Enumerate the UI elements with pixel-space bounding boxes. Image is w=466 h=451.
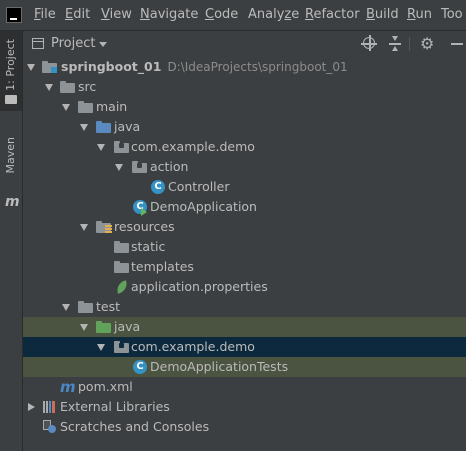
expand-arrow-icon[interactable] [115,164,123,171]
menu-navigate[interactable]: Navigate [140,7,198,22]
tree-row-label: templates [131,259,194,274]
expand-arrow-icon[interactable] [80,124,88,131]
module-folder-icon [42,60,58,74]
tree-row-package-demo[interactable]: com.example.demo [23,137,466,157]
project-panel-header: Project ⚙ [23,31,466,58]
tree-row-templates[interactable]: templates [23,257,466,277]
hide-panel-icon[interactable] [449,35,466,53]
tree-row-label: test [96,299,121,314]
tree-row-pom-xml[interactable]: m pom.xml [23,377,466,397]
expand-arrow-icon[interactable] [80,224,88,231]
tree-row-label: Scratches and Consoles [60,419,210,434]
menu-file[interactable]: File [34,7,56,22]
folder-icon [114,260,130,274]
expand-arrow-icon[interactable] [97,344,105,351]
intellij-logo-icon [6,7,22,23]
menu-build[interactable]: Build [366,7,399,22]
expand-arrow-icon[interactable] [62,104,70,111]
collapse-all-icon[interactable] [387,35,405,53]
tree-row-label: static [131,239,166,254]
tree-row-label: pom.xml [78,379,133,394]
spring-app-class-icon: C [132,200,148,216]
maven-icon: m [5,194,20,210]
tree-row-label: com.example.demo [131,339,255,354]
source-folder-icon [96,120,112,134]
expand-arrow-icon[interactable] [45,84,53,91]
menu-edit[interactable]: Edit [65,7,90,22]
tree-row-scratches[interactable]: Scratches and Consoles [23,417,466,437]
tool-window-stripe: 1: Project Maven m [0,31,23,451]
folder-icon [114,240,130,254]
folder-icon [78,300,94,314]
tree-row-package-action[interactable]: action [23,157,466,177]
menu-run[interactable]: Run [407,7,432,22]
expand-arrow-icon[interactable] [97,144,105,151]
tree-row-label: DemoApplication [150,199,257,214]
tree-row-label: main [96,99,128,114]
expand-arrow-icon[interactable] [80,324,88,331]
class-icon: C [150,180,166,194]
menu-analyze[interactable]: Analyze [248,7,299,22]
tree-row-main[interactable]: main [23,97,466,117]
resources-folder-icon [96,220,112,234]
folder-icon [5,95,17,104]
menu-bar: File Edit View Navigate Code Analyze Ref… [0,0,466,31]
tree-row-label: src [78,79,97,94]
tree-row-label: External Libraries [60,399,170,414]
tree-row-springboot-01[interactable]: springboot_01 D:\IdeaProjects\springboot_… [23,57,466,77]
menu-code[interactable]: Code [205,7,238,22]
project-path: D:\IdeaProjects\springboot_01 [167,60,348,74]
tree-row-label: java [114,119,141,134]
class-icon: C [132,360,148,374]
gear-icon[interactable]: ⚙ [420,35,438,53]
chevron-down-icon[interactable] [99,42,107,47]
menu-tools[interactable]: Too [441,7,463,22]
panel-title[interactable]: Project [51,36,95,51]
tree-row-label: DemoApplicationTests [150,359,289,374]
tree-row-label: Controller [168,179,230,194]
tree-row-label: resources [114,219,175,234]
package-icon [114,340,130,354]
tree-row-label: action [150,159,189,174]
expand-arrow-icon[interactable] [27,64,35,71]
tree-row-demoapplicationtests[interactable]: C DemoApplicationTests [23,357,466,377]
project-tool-label: 1: Project [4,39,17,91]
maven-tool-label: Maven [4,137,17,174]
tree-row-label: application.properties [131,279,268,294]
tree-row-package-demo-test[interactable]: com.example.demo [23,337,466,357]
tree-row-label: java [114,319,141,334]
expand-arrow-icon[interactable] [62,304,70,311]
tree-row-label: springboot_01 D:\IdeaProjects\springboot_… [61,59,348,74]
folder-icon [60,80,76,94]
package-icon [114,140,130,154]
package-icon [132,160,148,174]
folder-icon [78,100,94,114]
tree-row-application-properties[interactable]: application.properties [23,277,466,297]
tree-row-src[interactable]: src [23,77,466,97]
tree-row-java-main[interactable]: java [23,117,466,137]
tree-row-external-libraries[interactable]: External Libraries [23,397,466,417]
test-source-folder-icon [96,320,112,334]
scratches-icon [42,420,58,434]
tree-row-static[interactable]: static [23,237,466,257]
locate-file-icon[interactable] [361,35,379,53]
tree-row-label: com.example.demo [131,139,255,154]
toolbar-divider [409,37,410,51]
libraries-icon [42,400,58,414]
project-tool-button[interactable]: 1: Project [0,31,22,111]
spring-leaf-icon [114,280,130,294]
menu-view[interactable]: View [101,7,132,22]
menu-refactor[interactable]: Refactor [305,7,360,22]
tree-row-resources[interactable]: resources [23,217,466,237]
tree-row-java-test[interactable]: java [23,317,466,337]
tree-row-test[interactable]: test [23,297,466,317]
tree-row-demoapplication[interactable]: C DemoApplication [23,197,466,217]
expand-arrow-icon[interactable] [28,403,35,411]
project-view-icon [32,38,44,49]
project-tree: springboot_01 D:\IdeaProjects\springboot_… [23,57,466,451]
tree-row-controller[interactable]: C Controller [23,177,466,197]
maven-icon: m [60,378,76,396]
